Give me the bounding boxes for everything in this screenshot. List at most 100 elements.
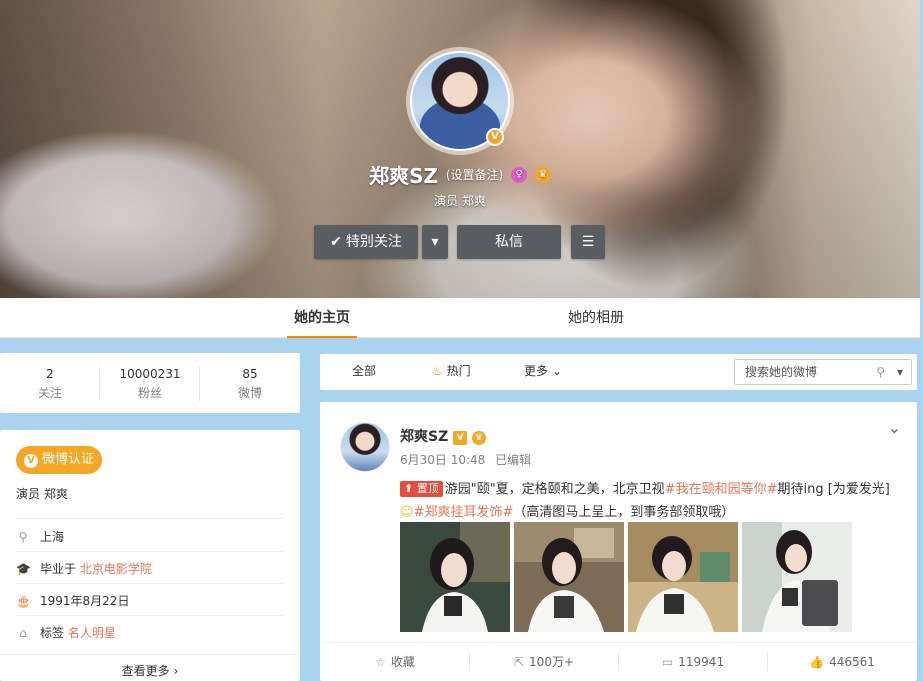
view-more-label: 查看更多 (121, 664, 170, 678)
verified-icon: V (453, 431, 468, 445)
divider (16, 615, 284, 616)
photo-4 (742, 522, 852, 632)
flame-icon: ♨ (432, 364, 443, 378)
chevron-right-icon: › (173, 664, 179, 678)
graduation-cap-icon: 🎓 (16, 562, 31, 576)
menu-icon: ☰ (581, 234, 595, 250)
like-icon: 👍 (809, 655, 825, 669)
stat-following[interactable]: 2 关注 (0, 353, 100, 401)
tab-home[interactable]: 她的主页 (287, 298, 357, 338)
post-photo[interactable] (742, 522, 852, 632)
post-text: ⬆ 置顶 游园"颐"夏，定格颐和之美，北京卫视#我在颐和园等你#期待ing [为爱… (400, 478, 900, 524)
pin-label: 置顶 (416, 482, 439, 495)
location-text: 上海 (40, 530, 65, 544)
filter-hot-label: 热门 (446, 364, 471, 378)
post-author-avatar[interactable] (340, 422, 390, 472)
emoji-icon: ☺ (400, 505, 414, 520)
stat-fans[interactable]: 10000231 粉丝 (100, 353, 200, 401)
photo-2 (514, 522, 624, 632)
feed-filter-bar: 全部 ♨ 热门 更多 ⌄ 搜索她的微博 ⚲ ▾ (320, 354, 917, 390)
comment-button[interactable]: ▭ 119941 (618, 643, 768, 681)
profile-name-row: 郑爽SZ (设置备注) ♀ ♛ (0, 160, 920, 189)
weibo-verified-badge[interactable]: V 微博认证 (16, 446, 102, 474)
feed-post: 郑爽SZ V ♛ 6月30日 10:48 已编辑 ⌄ ⬆ 置顶 游园"颐"夏，定格… (320, 402, 917, 681)
feed-search-input[interactable]: 搜索她的微博 ⚲ ▾ (734, 359, 912, 385)
female-icon: ♀ (511, 166, 528, 183)
tab-album[interactable]: 她的相册 (561, 298, 631, 338)
info-birthday: 🎂 1991年8月22日 (16, 585, 284, 617)
filter-more[interactable]: 更多 ⌄ (524, 354, 562, 388)
filter-hot[interactable]: ♨ 热门 (432, 354, 471, 388)
post-photo[interactable] (628, 522, 738, 632)
favorite-button[interactable]: ☆ 收藏 (320, 643, 470, 681)
post-date[interactable]: 6月30日 10:48 (400, 453, 485, 467)
post-author-row: 郑爽SZ V ♛ (400, 426, 486, 446)
stat-following-label: 关注 (37, 386, 62, 400)
post-photo[interactable] (400, 522, 510, 632)
member-crown-icon: ♛ (471, 431, 486, 445)
pin-icon: ⬆ (404, 482, 414, 495)
location-pin-icon: ⚲ (18, 530, 28, 544)
star-icon: ☆ (375, 655, 386, 669)
stat-weibo-count: 85 (242, 367, 258, 381)
stat-fans-label: 粉丝 (137, 386, 162, 400)
profile-name: 郑爽SZ (369, 164, 439, 188)
photo-3 (628, 522, 738, 632)
view-more-link[interactable]: 查看更多 › (0, 662, 300, 679)
message-label: 私信 (495, 234, 523, 250)
tag-link[interactable]: 名人明星 (68, 626, 116, 640)
post-text-part: （高清图马上呈上，到事务部领取哦） (513, 505, 735, 520)
filter-more-label: 更多 (524, 364, 549, 378)
stat-weibo-label: 微博 (237, 386, 262, 400)
post-author-name[interactable]: 郑爽SZ (400, 429, 448, 445)
chevron-down-icon: ⌄ (551, 364, 562, 378)
post-action-bar: ☆ 收藏 ⇱ 100万+ ▭ 119941 👍 446561 (320, 643, 917, 681)
post-photo[interactable] (514, 522, 624, 632)
like-button[interactable]: 👍 446561 (767, 643, 917, 681)
pinned-badge: ⬆ 置顶 (400, 481, 443, 497)
share-icon: ⇱ (513, 655, 525, 669)
repost-button[interactable]: ⇱ 100万+ (469, 643, 619, 681)
profile-tabbar: 她的主页 她的相册 (0, 298, 920, 338)
profile-info-card: V 微博认证 演员 郑爽 ⚲ 上海 🎓 毕业于 北京电影学院 🎂 1991年8月22日 … (0, 430, 300, 681)
caret-down-icon: ▾ (431, 234, 439, 250)
tags-prefix: 标签 (40, 626, 65, 640)
post-menu-chevron-icon[interactable]: ⌄ (888, 418, 901, 437)
check-icon: ✔ (330, 234, 342, 250)
divider (0, 654, 300, 655)
divider (16, 583, 284, 584)
post-edited-label: 已编辑 (495, 453, 532, 467)
favorite-label: 收藏 (390, 655, 415, 669)
repost-count: 100万+ (529, 655, 575, 669)
tag-icon: ⌂ (19, 626, 27, 640)
topic-link[interactable]: #我在颐和园等你# (665, 482, 778, 497)
comment-count: 119941 (678, 655, 725, 669)
comment-icon: ▭ (661, 655, 674, 669)
stats-card: 2 关注 10000231 粉丝 85 微博 (0, 353, 300, 413)
info-tags: ⌂ 标签 名人明星 (16, 617, 284, 649)
follow-options-button[interactable]: ▾ (422, 225, 448, 259)
birthday-cake-icon: 🎂 (16, 594, 31, 608)
v-icon: V (24, 454, 38, 468)
school-link[interactable]: 北京电影学院 (80, 562, 152, 576)
more-menu-button[interactable]: ☰ (571, 225, 605, 259)
divider (16, 518, 284, 519)
post-text-part: 期待ing [为爱发光] (777, 482, 890, 497)
topic-link[interactable]: #郑爽挂耳发饰# (414, 505, 514, 520)
verified-icon: V (486, 128, 504, 146)
stat-weibo[interactable]: 85 微博 (200, 353, 300, 401)
stat-following-count: 2 (46, 367, 54, 381)
private-message-button[interactable]: 私信 (457, 225, 561, 259)
photo-1 (400, 522, 510, 632)
verify-label: 微博认证 (42, 452, 95, 467)
caret-down-icon[interactable]: ▾ (897, 360, 903, 384)
education-prefix: 毕业于 (40, 562, 77, 576)
set-remark-link[interactable]: (设置备注) (446, 168, 503, 182)
filter-all[interactable]: 全部 (352, 354, 376, 388)
special-follow-button[interactable]: ✔ 特别关注 (314, 225, 418, 259)
search-icon[interactable]: ⚲ (876, 360, 885, 384)
like-count: 446561 (829, 655, 875, 669)
divider (16, 551, 284, 552)
stat-fans-count: 10000231 (119, 367, 181, 381)
search-placeholder: 搜索她的微博 (745, 365, 818, 379)
